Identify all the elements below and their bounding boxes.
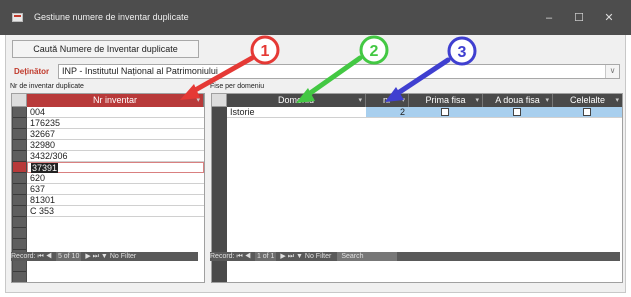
first-record-icon[interactable]: ⏮ — [236, 253, 242, 260]
owner-combobox[interactable]: INP - Institutul Național al Patrimoniul… — [58, 64, 620, 79]
list-item[interactable]: 176235 — [27, 118, 204, 129]
select-all-cell[interactable] — [212, 94, 227, 107]
filter-status[interactable]: No Filter — [110, 253, 136, 260]
right-record-navigator: Record: ⏮ ◀ 1 of 1 ▶ ⏭ ▼ No Filter Searc… — [210, 252, 620, 261]
column-header-prima-fisa[interactable]: Prima fisa ▾ — [409, 94, 483, 107]
next-record-icon[interactable]: ▶ — [85, 253, 90, 260]
minimize-button[interactable]: – — [536, 8, 562, 28]
left-record-navigator: Record: ⏮ ◀ 5 of 10 ▶ ⏭ ▼ No Filter — [11, 252, 198, 261]
record-selector[interactable] — [13, 228, 26, 239]
search-box[interactable]: Search — [337, 252, 398, 261]
column-header-nr-inventar[interactable]: Nr inventar ▾ — [27, 94, 204, 107]
filter-icon[interactable]: ▼ — [101, 253, 108, 260]
list-item[interactable]: C 353 — [27, 206, 204, 217]
record-selector[interactable] — [13, 195, 26, 206]
last-record-icon[interactable]: ⏭ — [288, 253, 294, 260]
first-record-icon[interactable]: ⏮ — [37, 253, 43, 260]
next-record-icon[interactable]: ▶ — [280, 253, 285, 260]
record-selector[interactable] — [13, 239, 26, 250]
chevron-down-icon[interactable]: ∨ — [605, 65, 619, 78]
sort-arrow-icon[interactable]: ▾ — [196, 94, 200, 107]
column-header-domeniu[interactable]: Domeniu ▾ — [227, 94, 366, 107]
list-item[interactable]: 81301 — [27, 195, 204, 206]
record-position-input[interactable]: 5 of 10 — [55, 252, 82, 261]
last-record-icon[interactable]: ⏭ — [93, 253, 99, 260]
app-icon — [12, 13, 23, 22]
list-item[interactable]: 32667 — [27, 129, 204, 140]
record-selector[interactable] — [13, 261, 26, 272]
prev-record-icon[interactable]: ◀ — [46, 253, 52, 260]
list-item[interactable]: 637 — [27, 184, 204, 195]
record-selector[interactable] — [13, 272, 26, 282]
record-selector[interactable] — [13, 162, 26, 173]
right-panel-label: Fise per domeniu — [210, 83, 265, 90]
record-selector[interactable] — [13, 140, 26, 151]
list-item[interactable]: 3432/306 — [27, 151, 204, 162]
column-header-a-doua-fisa[interactable]: A doua fisa ▾ — [483, 94, 553, 107]
owner-label: Deținător — [14, 67, 50, 76]
record-selector[interactable] — [13, 206, 26, 217]
cell-nr[interactable]: 2 — [366, 107, 409, 118]
record-selector[interactable] — [13, 173, 26, 184]
cell-domeniu[interactable]: Istorie — [227, 107, 366, 118]
window-title: Gestiune numere de inventar duplicate — [34, 12, 189, 22]
cell-celelalte[interactable] — [553, 107, 622, 118]
column-header-celelalte[interactable]: Celelalte ▾ — [553, 94, 622, 107]
filter-status[interactable]: No Filter — [305, 253, 331, 260]
record-label: Record: — [210, 253, 235, 260]
list-item[interactable]: 37391 — [27, 162, 204, 173]
owner-value: INP - Institutul Național al Patrimoniul… — [62, 66, 218, 76]
list-item[interactable]: 004 — [27, 107, 204, 118]
left-panel-label: Nr de inventar duplicate — [10, 83, 84, 90]
column-header-nr[interactable]: nr ▾ — [366, 94, 409, 107]
close-button[interactable]: ✕ — [596, 8, 622, 28]
record-selector[interactable] — [13, 184, 26, 195]
list-item[interactable]: 620 — [27, 173, 204, 184]
list-item[interactable]: 32980 — [27, 140, 204, 151]
record-selector[interactable] — [13, 217, 26, 228]
search-duplicates-button[interactable]: Caută Numere de Inventar duplicate — [12, 40, 199, 58]
record-selector[interactable] — [13, 151, 26, 162]
cell-a-doua-fisa[interactable] — [483, 107, 553, 118]
cell-prima-fisa[interactable] — [409, 107, 483, 118]
record-position-input[interactable]: 1 of 1 — [254, 252, 277, 261]
title-bar: Gestiune numere de inventar duplicate – … — [0, 0, 631, 35]
prev-record-icon[interactable]: ◀ — [245, 253, 251, 260]
record-selector[interactable] — [13, 118, 26, 129]
prima-fisa-checkbox[interactable] — [441, 108, 449, 116]
record-selector[interactable] — [13, 129, 26, 140]
filter-icon[interactable]: ▼ — [296, 253, 303, 260]
a-doua-fisa-checkbox[interactable] — [513, 108, 521, 116]
record-label: Record: — [11, 253, 36, 260]
select-all-cell[interactable] — [12, 94, 27, 107]
maximize-button[interactable]: ☐ — [566, 8, 592, 28]
celelalte-checkbox[interactable] — [583, 108, 591, 116]
record-selector[interactable] — [13, 107, 26, 118]
